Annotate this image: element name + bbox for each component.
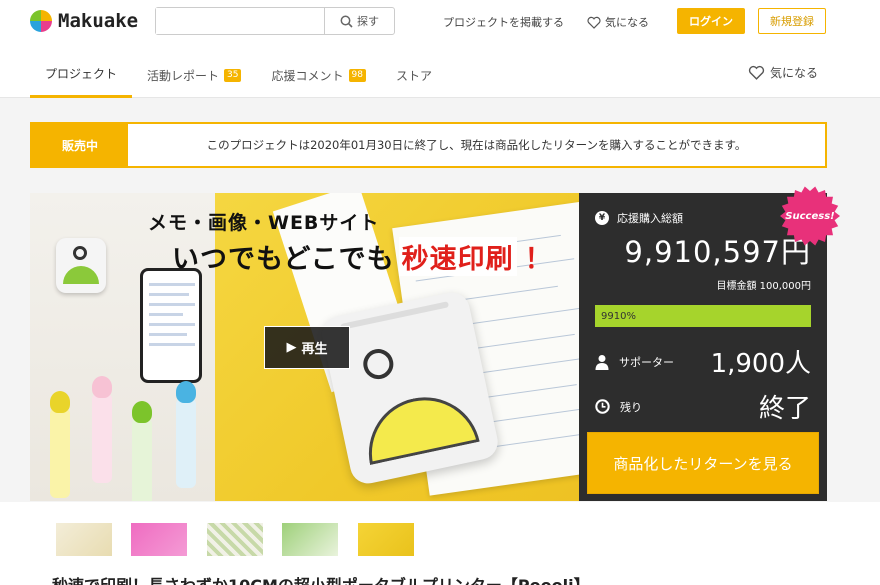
count-badge: 98 — [348, 68, 366, 82]
progress-fill: 9910% — [595, 305, 811, 327]
play-video-button[interactable]: ▶ 再生 — [264, 326, 350, 369]
hero-headline-prefix: いつでもどこでも — [172, 244, 395, 275]
play-icon: ▶ — [286, 340, 297, 355]
search-input[interactable] — [156, 8, 324, 34]
remaining-row: 残り 終了 — [595, 388, 811, 425]
count-badge: 35 — [224, 68, 242, 82]
thumbnail-2[interactable] — [131, 523, 187, 556]
image-thumbnails — [0, 502, 880, 566]
tab-label: ストア — [395, 68, 432, 83]
goal-amount: 目標金額 100,000円 — [716, 281, 811, 292]
tab-store[interactable]: ストア — [381, 52, 447, 98]
hero-headline-highlight: 秒速印刷 — [398, 237, 517, 276]
status-badge: 販売中 — [32, 124, 128, 166]
yen-icon: ¥ — [595, 211, 609, 225]
tab-label: 応援コメント — [271, 68, 344, 83]
login-button[interactable]: ログイン — [677, 8, 745, 34]
play-label: 再生 — [301, 342, 328, 357]
heart-icon — [748, 65, 765, 80]
logo-icon — [30, 10, 52, 32]
success-badge: Success! — [779, 185, 841, 247]
hero-headline-2: いつでもどこでも 秒速印刷 ！ — [172, 237, 553, 276]
thumbnail-3[interactable] — [207, 523, 263, 556]
tab-label: 活動レポート — [147, 68, 220, 83]
project-favorite-button[interactable]: 気になる — [748, 64, 818, 81]
tab-activity-report[interactable]: 活動レポート 35 — [132, 52, 256, 98]
status-message: このプロジェクトは2020年01月30日に終了し、現在は商品化したリターンを購入… — [206, 138, 747, 152]
search-button[interactable]: 探す — [324, 8, 394, 34]
thumbnail-1[interactable] — [56, 523, 112, 556]
post-project-link[interactable]: プロジェクトを掲載する — [443, 14, 564, 30]
tab-label: プロジェクト — [45, 67, 118, 81]
supporters-row: サポーター 1,900人 — [595, 343, 811, 380]
remaining-value: 終了 — [758, 394, 811, 424]
success-badge-text: Success! — [785, 210, 835, 222]
total-label: 応援購入総額 — [617, 212, 683, 225]
supporters-count: 1,900人 — [710, 349, 811, 379]
person-icon — [595, 354, 609, 370]
progress-text: 9910% — [601, 310, 636, 322]
supporters-label: サポーター — [619, 355, 674, 369]
register-button[interactable]: 新規登録 — [758, 8, 826, 34]
total-label-row: ¥ 応援購入総額 — [595, 210, 683, 226]
site-header: Makuake 探す プロジェクトを掲載する 気になる ログイン 新規登録 プロ… — [0, 0, 880, 98]
search-icon — [340, 15, 353, 28]
post-project-label: プロジェクトを掲載する — [443, 16, 564, 29]
project-title-row: 秒速で印刷！長さわずか10CMの超小型ポータブルプリンター【Poooli】 — [0, 566, 880, 585]
tab-project[interactable]: プロジェクト — [30, 52, 133, 98]
remaining-label: 残り — [620, 400, 642, 414]
favorite-label: 気になる — [605, 16, 649, 29]
view-returns-button[interactable]: 商品化したリターンを見る — [587, 432, 819, 494]
progress-bar: 9910% — [595, 305, 811, 327]
project-hero-image[interactable]: メモ・画像・WEBサイト いつでもどこでも 秒速印刷 ！ ▶ 再生 — [30, 193, 579, 501]
thumbnail-5[interactable] — [358, 523, 414, 556]
search-box: 探す — [155, 7, 395, 35]
favorite-link[interactable]: 気になる — [587, 14, 649, 30]
logo-text: Makuake — [58, 10, 139, 32]
hero-headline-suffix: ！ — [524, 244, 553, 275]
project-favorite-label: 気になる — [770, 66, 819, 80]
phone-illustration — [140, 268, 202, 383]
project-tabs: プロジェクト 活動レポート 35 応援コメント 98 ストア — [30, 52, 447, 98]
hero-headline-1: メモ・画像・WEBサイト — [148, 212, 380, 234]
search-button-label: 探す — [357, 15, 379, 28]
tab-comments[interactable]: 応援コメント 98 — [256, 52, 380, 98]
mini-printer-illustration — [56, 238, 106, 293]
heart-icon — [587, 16, 601, 29]
makuake-logo[interactable]: Makuake — [30, 8, 138, 34]
project-title: 秒速で印刷！長さわずか10CMの超小型ポータブルプリンター【Poooli】 — [52, 572, 590, 585]
sales-status-banner: 販売中 このプロジェクトは2020年01月30日に終了し、現在は商品化したリター… — [30, 122, 827, 168]
clock-icon — [595, 399, 610, 414]
thumbnail-4[interactable] — [282, 523, 338, 556]
